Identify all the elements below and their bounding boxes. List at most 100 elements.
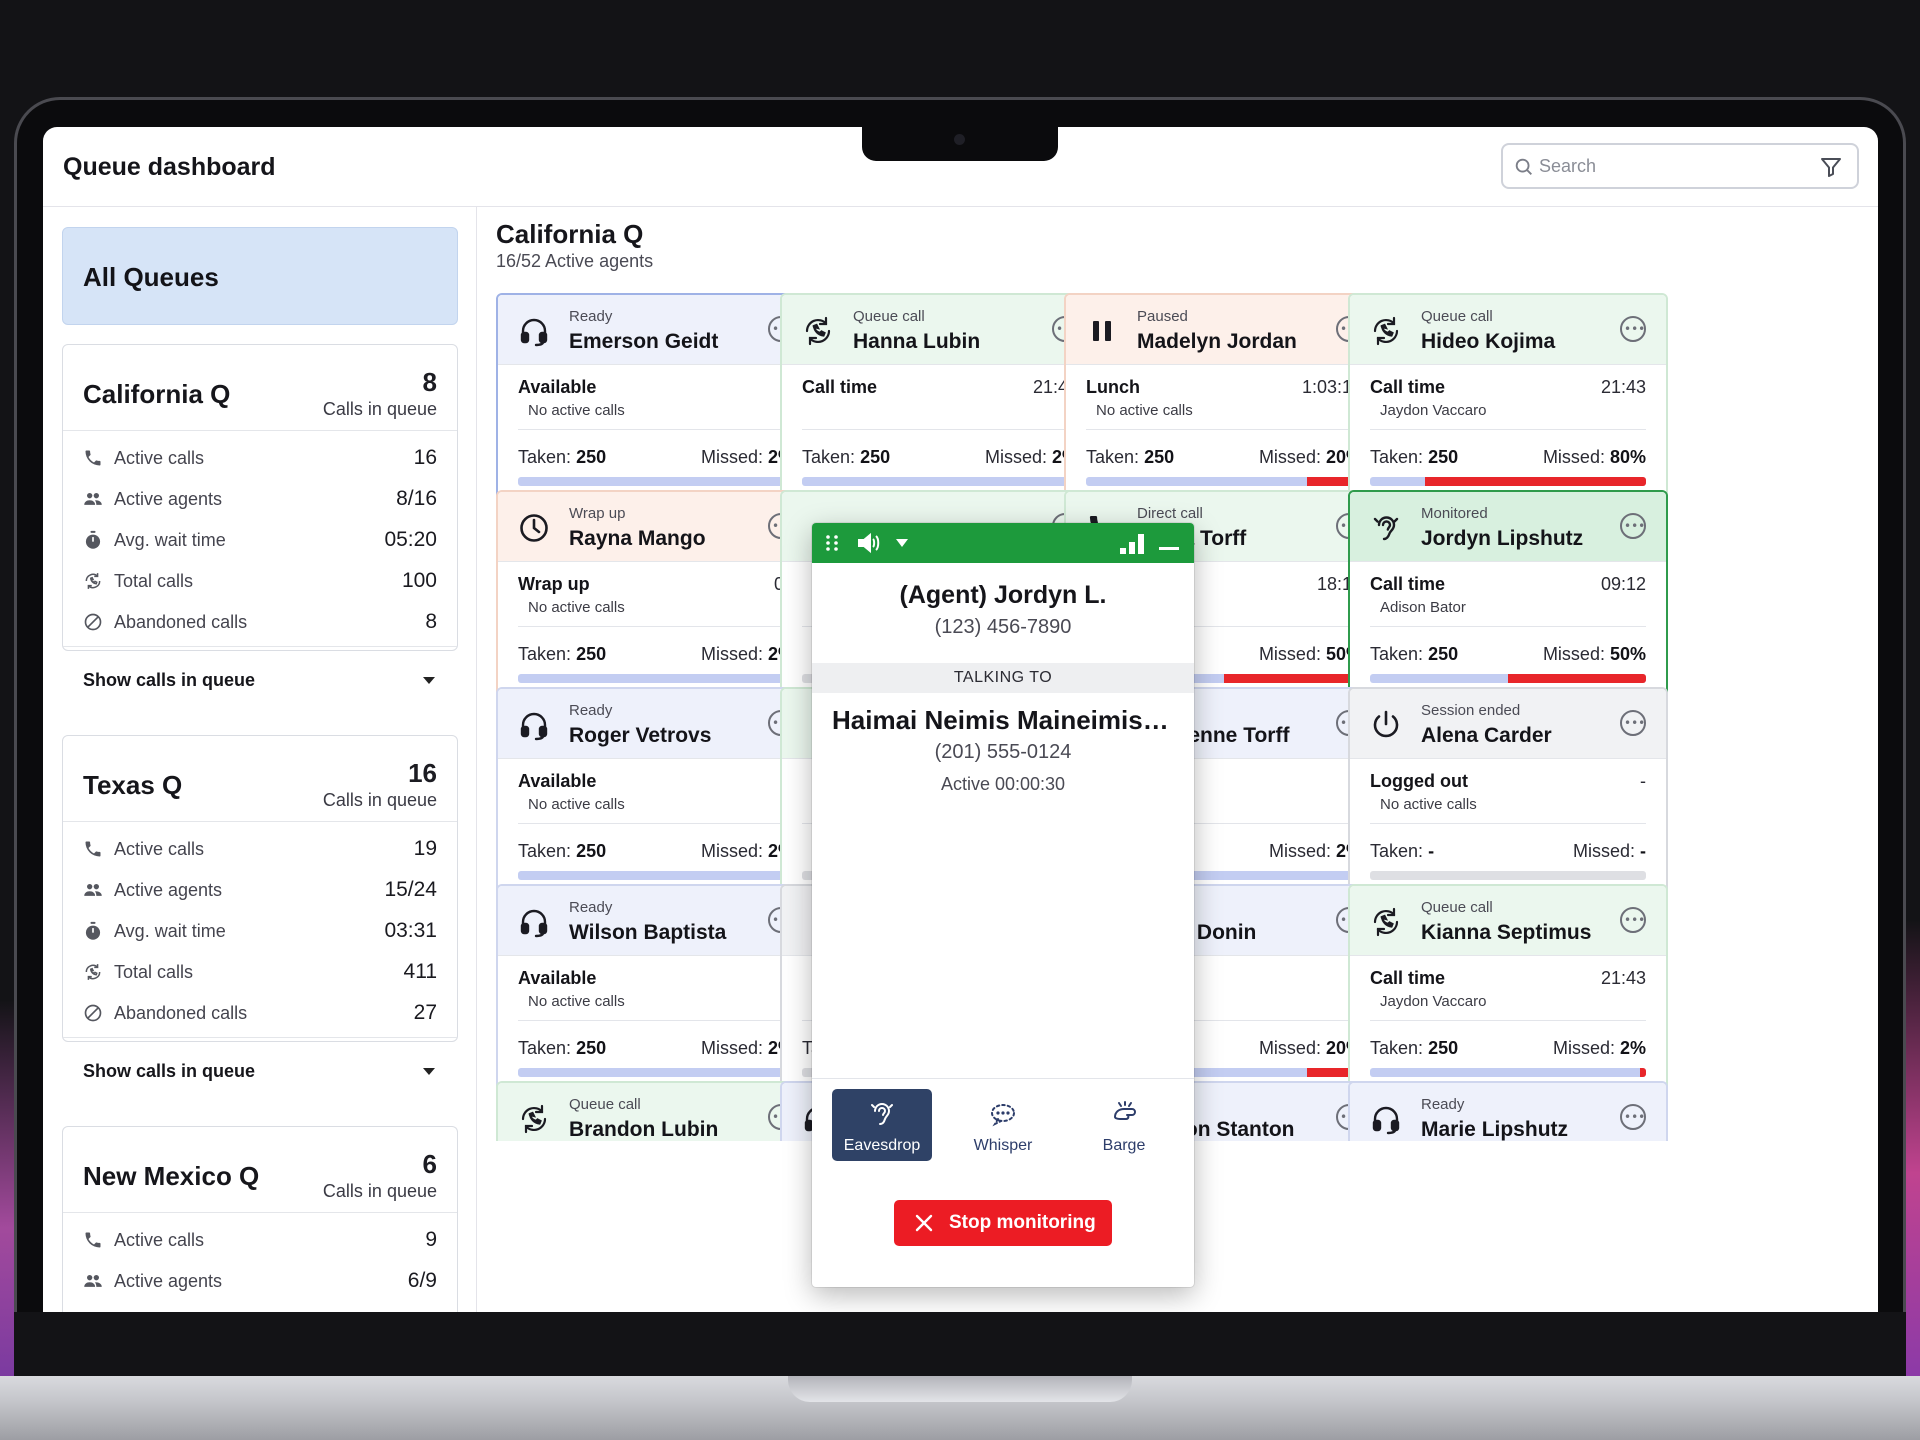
agent-card[interactable]: Ready Emerson Geidt Available No active cal…: [496, 293, 816, 507]
app-screen: Queue dashboard All Queues California Q …: [43, 127, 1878, 1312]
phone-icon: [85, 450, 101, 466]
agent-card[interactable]: Wrap upRayna MangoWrap up00No active cal…: [496, 490, 816, 704]
agent-card[interactable]: Ready Wilson Baptista Available No active c…: [496, 884, 816, 1098]
divider: [1370, 429, 1646, 430]
agent-card[interactable]: Ready Roger Vetrovs Available No active cal…: [496, 687, 816, 901]
stat-value: 15/24: [384, 878, 437, 901]
agent-card[interactable]: PausedMadelyn JordanLunch1:03:12No activ…: [1064, 293, 1384, 507]
divider: [802, 429, 1078, 430]
agent-card-body: Call time 21:43 Jaydon Vaccaro Taken: 250 Mi…: [1350, 956, 1666, 1096]
agent-card[interactable]: Queue callHanna LubinCall time21:43Taken…: [780, 293, 1100, 507]
agent-name: Alena Carder: [1421, 724, 1552, 747]
phone-icon: [85, 1232, 101, 1248]
queue-card-texas[interactable]: Texas Q 16 Calls in queue Active calls 1…: [62, 735, 458, 1081]
agent-card-header: Ready Emerson Geidt: [498, 295, 814, 365]
stat-value: 6/9: [407, 1269, 437, 1292]
agent-status: Queue call: [569, 1096, 641, 1113]
calls-missed-label: Missed:: [1268, 841, 1331, 861]
agent-name: Marie Lipshutz: [1421, 1118, 1569, 1141]
whisper-button[interactable]: Whisper: [953, 1089, 1053, 1161]
calls-taken: Taken: 250: [1086, 447, 1174, 468]
more-options-icon[interactable]: [1620, 513, 1646, 539]
show-calls-label: Show calls in queue: [83, 1061, 256, 1081]
agent-status: Ready: [569, 899, 613, 916]
monitored-agent-phone: (123) 456-7890: [934, 616, 1072, 638]
stat-active-calls: Active calls 16: [63, 437, 457, 478]
agent-card[interactable]: Ready Marie Lipshutz: [1348, 1081, 1668, 1141]
active-agents-subtitle: 16/52 Active agents: [496, 251, 654, 271]
agent-card-header: Queue call Brandon Lubin: [498, 1083, 814, 1141]
divider: [1086, 429, 1362, 430]
timer-icon: [85, 921, 101, 940]
divider: [1370, 1020, 1646, 1021]
chevron-down-icon: [423, 1068, 435, 1075]
drag-handle-icon[interactable]: [824, 534, 840, 552]
calls-taken: Taken: 250: [802, 447, 890, 468]
more-options-icon[interactable]: [1620, 1104, 1646, 1130]
minimize-icon[interactable]: [1159, 547, 1179, 551]
more-options-icon[interactable]: [1620, 907, 1646, 933]
search-box[interactable]: [1501, 143, 1859, 189]
pause-icon: [1086, 315, 1118, 347]
agent-card-body: Call time 21:43 Jaydon Vaccaro Taken: 250 Mi…: [1350, 365, 1666, 505]
speaker-icon[interactable]: [856, 532, 882, 554]
filter-icon[interactable]: [1819, 155, 1843, 179]
missed-ratio-fill: [1640, 1068, 1646, 1077]
agent-activity-detail: No active calls: [528, 402, 625, 419]
calls-missed-label: Missed:: [1258, 644, 1321, 664]
calls-taken-label: Taken:: [1370, 447, 1424, 467]
stat-active-calls: Active calls 19: [63, 828, 457, 869]
agent-status: Wrap up: [569, 505, 626, 522]
missed-ratio-bar: [518, 477, 794, 486]
calls-taken: Taken: 250: [518, 1038, 606, 1059]
calls-in-queue-count: 16: [408, 758, 437, 788]
agent-card[interactable]: Queue call Hideo Kojima Call time 21:43 Jayd…: [1348, 293, 1668, 507]
agent-activity-detail: No active calls: [1380, 796, 1477, 813]
camera-notch: [862, 127, 1058, 161]
headset-icon: [518, 709, 550, 741]
agent-card[interactable]: Monitored Jordyn Lipshutz Call time 09:12 Ad…: [1348, 490, 1668, 704]
speaker-dropdown-icon[interactable]: [896, 539, 908, 547]
agent-name: Emerson Geidt: [569, 330, 719, 353]
divider: [518, 1020, 794, 1021]
search-input[interactable]: [1539, 153, 1789, 179]
calls-taken-label: Taken:: [518, 644, 572, 664]
queue-card-header: Texas Q 16 Calls in queue: [63, 736, 457, 822]
eavesdrop-button[interactable]: Eavesdrop: [832, 1089, 932, 1161]
calls-missed: Missed: 2%: [1553, 1038, 1646, 1059]
calls-in-queue-label: Calls in queue: [322, 790, 437, 810]
calls-taken-value: 250: [860, 447, 891, 467]
agent-status: Session ended: [1421, 702, 1521, 719]
agent-activity: Available: [518, 377, 597, 397]
stat-value: 03:31: [384, 919, 437, 942]
ear-icon: [871, 1103, 893, 1125]
more-options-icon[interactable]: [1620, 710, 1646, 736]
agent-name: Rayna Mango: [569, 527, 706, 550]
calls-taken-value: 250: [1144, 447, 1175, 467]
all-queues-button[interactable]: All Queues: [62, 227, 458, 325]
calls-taken-value: 250: [576, 841, 607, 861]
agent-card[interactable]: Session ended Alena Carder Logged out - No a…: [1348, 687, 1668, 901]
agent-name: Wilson Baptista: [569, 921, 727, 944]
queue-card-header: California Q 8 Calls in queue: [63, 345, 457, 431]
agent-card[interactable]: Queue call Kianna Septimus Call time 21:43 J…: [1348, 884, 1668, 1098]
agent-activity-detail: No active calls: [528, 599, 625, 616]
barge-button[interactable]: Barge: [1074, 1089, 1174, 1161]
agent-card[interactable]: Queue call Brandon Lubin: [496, 1081, 816, 1141]
show-calls-toggle[interactable]: Show calls in queue: [63, 647, 457, 713]
agent-card-header: Queue call Hideo Kojima: [1350, 295, 1666, 365]
queue-card-california[interactable]: California Q 8 Calls in queue Active cal…: [62, 344, 458, 690]
agent-status: Direct call: [1137, 505, 1203, 522]
eavesdrop-label: Eavesdrop: [843, 1137, 921, 1154]
calls-missed-value: 80%: [1609, 447, 1646, 467]
stat-value: 8/16: [396, 487, 437, 510]
stat-value: 05:20: [384, 528, 437, 551]
call-cycle-icon: [85, 964, 101, 980]
more-options-icon[interactable]: [1620, 316, 1646, 342]
headset-icon: [1370, 1103, 1402, 1135]
stop-monitoring-button[interactable]: Stop monitoring: [894, 1200, 1112, 1246]
show-calls-toggle[interactable]: Show calls in queue: [63, 1038, 457, 1104]
stat-total-calls: Total calls 100: [63, 560, 457, 601]
calls-missed-value: 2%: [1619, 1038, 1646, 1058]
queue-card-new-mexico[interactable]: New Mexico Q 6 Calls in queue Active cal…: [62, 1126, 458, 1312]
